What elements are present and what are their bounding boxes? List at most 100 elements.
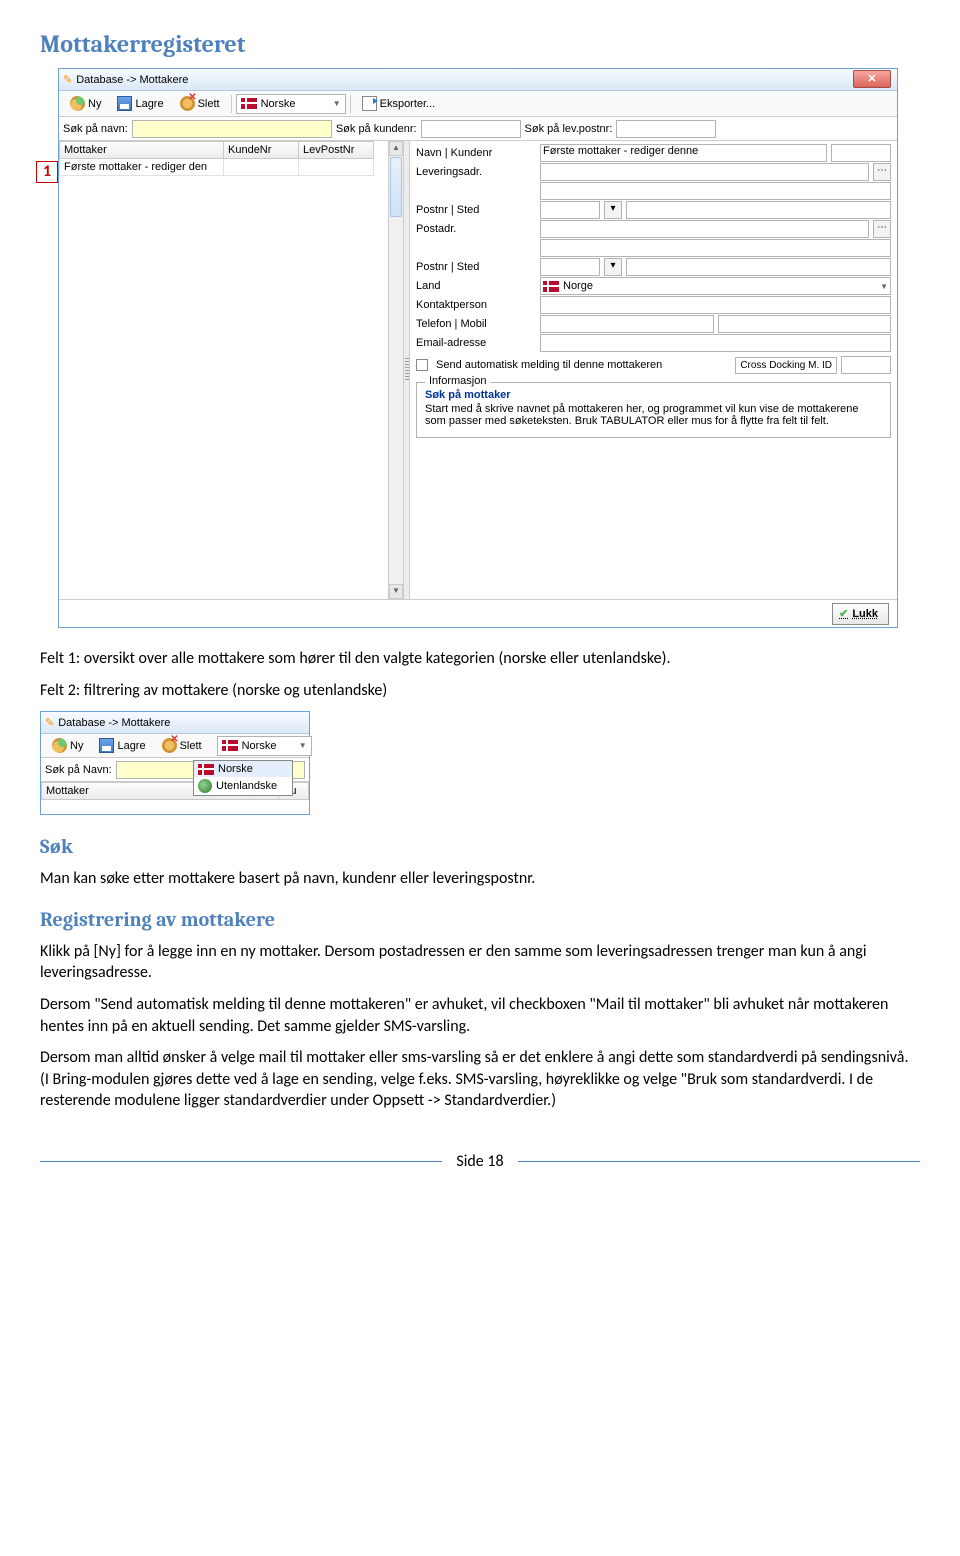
app-icon: ✎ [45,716,54,729]
crossdock-label: Cross Docking M. ID [735,357,837,374]
autosend-label: Send automatisk melding til denne mottak… [436,359,731,371]
land-value: Norge [563,280,593,292]
input-postadr[interactable] [540,220,869,238]
input-telefon[interactable] [540,315,714,333]
flag-no-icon [198,764,214,775]
label-email: Email-adresse [416,337,536,349]
filter-option-utenlandske[interactable]: Utenlandske [194,777,292,795]
label-kontakt: Kontaktperson [416,299,536,311]
col-levpost[interactable]: LevPostNr [299,141,374,159]
page-footer: Side 18 [40,1152,920,1171]
lukk-label: Lukk [852,608,878,620]
search-kundenr-input[interactable] [421,120,521,138]
close-button[interactable]: ✕ [853,70,891,88]
input-levadr1[interactable] [540,163,869,181]
check-icon: ✔ [839,607,848,620]
save-label: Lagre [135,98,163,110]
table-row[interactable]: Første mottaker - rediger den [59,159,403,176]
filter-value: Norske [242,740,277,752]
info-text: Start med å skrive navnet på mottakeren … [425,403,882,427]
input-postnr2[interactable] [540,258,600,276]
flag-no-icon [241,98,257,109]
new-button[interactable]: Ny [45,735,90,756]
new-icon [52,738,67,753]
input-mobil[interactable] [718,315,892,333]
input-navn[interactable]: Første mottaker - rediger denne [540,144,827,162]
new-label: Ny [88,98,101,110]
delete-label: Slett [198,98,220,110]
save-label: Lagre [117,740,145,752]
scroll-down-icon[interactable]: ▼ [389,584,403,599]
col-mottaker[interactable]: Mottaker [59,141,224,159]
search-lev-input[interactable] [616,120,716,138]
search-name-input[interactable] [132,120,332,138]
postnr1-lookup[interactable]: ▾ [604,201,622,219]
label-levadr: Leveringsadr. [416,166,536,178]
para-reg1: Klikk på [Ny] for å legge inn en ny mott… [40,941,920,984]
postadr-more-button[interactable]: ⋯ [873,220,891,238]
delete-button[interactable]: Slett [155,735,209,756]
levadr-more-button[interactable]: ⋯ [873,163,891,181]
para-felt1: Felt 1: oversikt over alle mottakere som… [40,648,920,670]
app-icon: ✎ [63,73,72,86]
flag-no-icon [222,740,238,751]
filter-option-norske[interactable]: Norske [194,761,292,777]
export-label: Eksporter... [380,98,436,110]
label-postnr2: Postnr | Sted [416,261,536,273]
input-kundenr[interactable] [831,144,891,162]
new-icon [70,96,85,111]
save-button[interactable]: Lagre [110,93,170,114]
delete-label: Slett [180,740,202,752]
label-navn: Navn | Kundenr [416,147,536,159]
right-form-pane: Navn | Kundenr Første mottaker - rediger… [410,141,897,599]
input-sted1[interactable] [626,201,891,219]
label-postnr1: Postnr | Sted [416,204,536,216]
filter-combo[interactable]: Norske ▼ [236,94,346,114]
input-crossdock[interactable] [841,356,891,374]
autosend-checkbox[interactable] [416,359,428,371]
flag-no-icon [543,281,559,292]
para-reg2: Dersom "Send automatisk melding til denn… [40,994,920,1037]
postnr2-lookup[interactable]: ▾ [604,258,622,276]
new-label: Ny [70,740,83,752]
input-postadr2[interactable] [540,239,891,257]
label-tlf: Telefon | Mobil [416,318,536,330]
input-land[interactable]: Norge ▼ [540,277,891,295]
left-grid-pane: Mottaker KundeNr LevPostNr Første mottak… [59,141,404,599]
col-kundenr[interactable]: KundeNr [224,141,299,159]
save-icon [99,738,114,753]
input-levadr2[interactable] [540,182,891,200]
delete-icon [180,96,195,111]
info-box: Informasjon Søk på mottaker Start med å … [416,382,891,438]
option-label: Norske [218,763,253,775]
grid-scrollbar[interactable]: ▲ ▼ [388,141,403,599]
input-sted2[interactable] [626,258,891,276]
search-name-label: Søk på navn: [63,123,128,135]
search-name-label: Søk på Navn: [45,764,112,776]
window-title: Database -> Mottakere [58,717,170,729]
label-land: Land [416,280,536,292]
input-email[interactable] [540,334,891,352]
search-row: Søk på navn: Søk på kundenr: Søk på lev.… [59,117,897,141]
recipients-grid[interactable]: Mottaker KundeNr LevPostNr Første mottak… [59,141,403,176]
input-postnr1[interactable] [540,201,600,219]
heading-sok: Søk [40,835,920,858]
scroll-thumb[interactable] [390,157,402,217]
info-legend: Informasjon [425,375,490,387]
new-button[interactable]: Ny [63,93,108,114]
save-button[interactable]: Lagre [92,735,152,756]
globe-icon [198,779,212,793]
chevron-down-icon: ▼ [333,99,341,108]
export-icon [362,96,377,111]
filter-combo[interactable]: Norske ▼ [217,736,312,756]
delete-button[interactable]: Slett [173,93,227,114]
cell-mottaker: Første mottaker - rediger den [59,159,224,176]
filter-dropdown-list: Norske Utenlandske [193,760,293,796]
close-button-lukk[interactable]: ✔ Lukk [832,603,889,625]
search-lev-label: Søk på lev.postnr: [525,123,613,135]
input-kontakt[interactable] [540,296,891,314]
label-postadr: Postadr. [416,223,536,235]
export-button[interactable]: Eksporter... [355,93,443,114]
option-label: Utenlandske [216,780,277,792]
scroll-up-icon[interactable]: ▲ [389,141,403,156]
